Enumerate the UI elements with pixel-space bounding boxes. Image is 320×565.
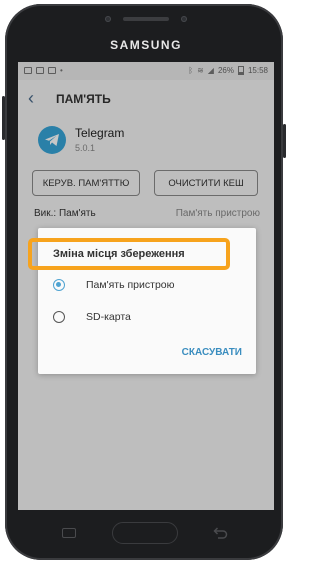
sensor-icon <box>105 16 111 22</box>
volume-key[interactable] <box>2 96 5 140</box>
option-label: Пам'ять пристрою <box>86 279 175 291</box>
sd-card-highlight-frame <box>28 238 230 270</box>
recent-apps-icon[interactable] <box>62 528 76 538</box>
navigation-bar <box>0 516 292 552</box>
radio-unchecked-icon[interactable] <box>53 311 65 323</box>
option-sd-card[interactable]: SD-карта <box>38 306 256 330</box>
front-camera-icon <box>181 16 187 22</box>
radio-checked-icon[interactable] <box>53 279 65 291</box>
power-key[interactable] <box>283 124 286 158</box>
back-icon[interactable] <box>212 526 228 540</box>
brand-logo: SAMSUNG <box>110 38 182 52</box>
earpiece-speaker <box>123 17 169 21</box>
option-device-storage[interactable]: Пам'ять пристрою <box>38 274 256 298</box>
option-label: SD-карта <box>86 311 131 323</box>
screen: • ᛒ ≋ ◢ 26% 15:58 ‹ ПАМ'ЯТЬ Telegram 5.0… <box>18 62 274 510</box>
cancel-button[interactable]: СКАСУВАТИ <box>182 347 242 358</box>
home-button[interactable] <box>112 522 178 544</box>
